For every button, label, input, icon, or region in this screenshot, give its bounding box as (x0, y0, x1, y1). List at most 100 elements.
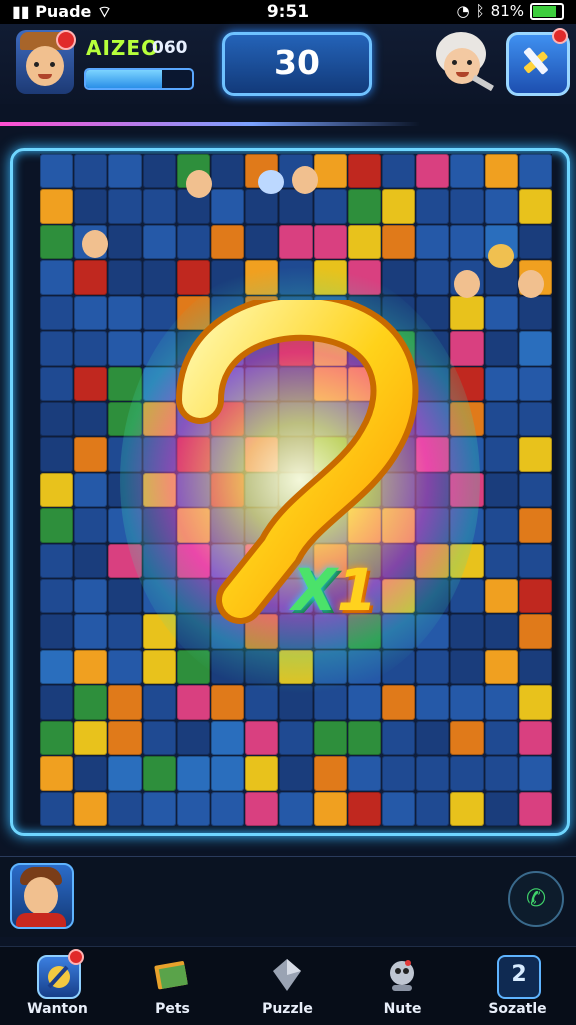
puzzle-tile[interactable] (313, 224, 347, 260)
puzzle-tile[interactable] (108, 614, 142, 649)
player-piece[interactable] (78, 226, 112, 262)
puzzle-tile[interactable] (142, 224, 176, 260)
puzzle-tile[interactable] (142, 791, 176, 826)
puzzle-tile[interactable] (245, 756, 279, 791)
chat-avatar[interactable] (10, 863, 74, 929)
puzzle-tile[interactable] (416, 756, 450, 791)
puzzle-tile[interactable] (450, 756, 484, 791)
puzzle-tile[interactable] (245, 720, 279, 756)
puzzle-tile[interactable] (40, 295, 74, 331)
puzzle-tile[interactable] (518, 224, 552, 260)
puzzle-tile[interactable] (176, 791, 210, 826)
puzzle-tile[interactable] (176, 720, 210, 756)
puzzle-tile[interactable] (108, 579, 142, 614)
puzzle-tile[interactable] (142, 756, 176, 791)
player-piece[interactable] (450, 266, 484, 302)
puzzle-tile[interactable] (211, 791, 245, 826)
puzzle-tile[interactable] (518, 437, 552, 472)
puzzle-tile[interactable] (450, 685, 484, 720)
puzzle-tile[interactable] (347, 685, 381, 720)
puzzle-tile[interactable] (484, 543, 518, 579)
puzzle-tile[interactable] (40, 189, 74, 224)
puzzle-tile[interactable] (518, 579, 552, 614)
puzzle-tile[interactable] (484, 437, 518, 472)
puzzle-tile[interactable] (40, 154, 74, 189)
puzzle-tile[interactable] (74, 260, 108, 295)
puzzle-tile[interactable] (484, 331, 518, 366)
puzzle-tile[interactable] (416, 189, 450, 224)
puzzle-tile[interactable] (74, 472, 108, 508)
puzzle-tile[interactable] (40, 791, 74, 826)
puzzle-tile[interactable] (74, 189, 108, 224)
puzzle-tile[interactable] (108, 649, 142, 685)
puzzle-tile[interactable] (518, 649, 552, 685)
puzzle-tile[interactable] (484, 472, 518, 508)
puzzle-tile[interactable] (108, 189, 142, 224)
puzzle-tile[interactable] (74, 579, 108, 614)
puzzle-tile[interactable] (142, 260, 176, 295)
puzzle-tile[interactable] (40, 260, 74, 295)
puzzle-tile[interactable] (108, 791, 142, 826)
opponent-avatar[interactable] (432, 30, 494, 94)
puzzle-tile[interactable] (382, 189, 416, 224)
puzzle-tile[interactable] (142, 154, 176, 189)
puzzle-tile[interactable] (313, 791, 347, 826)
puzzle-tile[interactable] (484, 791, 518, 826)
puzzle-tile[interactable] (176, 260, 210, 295)
puzzle-tile[interactable] (40, 508, 74, 543)
puzzle-tile[interactable] (74, 614, 108, 649)
puzzle-tile[interactable] (40, 437, 74, 472)
player-piece[interactable] (484, 236, 518, 272)
puzzle-tile[interactable] (484, 756, 518, 791)
puzzle-tile[interactable] (518, 472, 552, 508)
puzzle-tile[interactable] (74, 154, 108, 189)
puzzle-tile[interactable] (450, 791, 484, 826)
puzzle-tile[interactable] (245, 791, 279, 826)
puzzle-tile[interactable] (74, 791, 108, 826)
puzzle-tile[interactable] (518, 154, 552, 189)
puzzle-tile[interactable] (40, 224, 74, 260)
puzzle-tile[interactable] (347, 189, 381, 224)
puzzle-tile[interactable] (40, 720, 74, 756)
player-piece[interactable] (514, 266, 548, 302)
puzzle-tile[interactable] (347, 720, 381, 756)
puzzle-tile[interactable] (40, 579, 74, 614)
puzzle-tile[interactable] (142, 189, 176, 224)
puzzle-tile[interactable] (108, 260, 142, 295)
player-piece[interactable] (254, 162, 288, 198)
puzzle-tile[interactable] (40, 401, 74, 437)
puzzle-tile[interactable] (40, 756, 74, 791)
puzzle-tile[interactable] (416, 224, 450, 260)
puzzle-tile[interactable] (74, 401, 108, 437)
puzzle-tile[interactable] (245, 224, 279, 260)
puzzle-tile[interactable] (518, 508, 552, 543)
puzzle-tile[interactable] (518, 189, 552, 224)
puzzle-tile[interactable] (40, 472, 74, 508)
puzzle-tile[interactable] (416, 649, 450, 685)
puzzle-tile[interactable] (518, 720, 552, 756)
puzzle-tile[interactable] (142, 720, 176, 756)
puzzle-tile[interactable] (518, 614, 552, 649)
puzzle-tile[interactable] (518, 791, 552, 826)
puzzle-tile[interactable] (74, 720, 108, 756)
puzzle-tile[interactable] (40, 685, 74, 720)
puzzle-tile[interactable] (484, 685, 518, 720)
puzzle-tile[interactable] (142, 649, 176, 685)
puzzle-tile[interactable] (450, 649, 484, 685)
puzzle-tile[interactable] (382, 720, 416, 756)
puzzle-tile[interactable] (279, 720, 313, 756)
puzzle-tile[interactable] (74, 543, 108, 579)
puzzle-tile[interactable] (347, 154, 381, 189)
puzzle-tile[interactable] (74, 366, 108, 401)
puzzle-tile[interactable] (347, 224, 381, 260)
puzzle-tile[interactable] (484, 508, 518, 543)
puzzle-tile[interactable] (176, 224, 210, 260)
puzzle-tile[interactable] (74, 295, 108, 331)
nav-item-pets[interactable]: Pets (115, 947, 230, 1025)
puzzle-tile[interactable] (40, 614, 74, 649)
nav-item-puzzle[interactable]: Puzzle (230, 947, 345, 1025)
nav-item-wanton[interactable]: Wanton (0, 947, 115, 1025)
puzzle-tile[interactable] (484, 649, 518, 685)
puzzle-tile[interactable] (279, 756, 313, 791)
puzzle-tile[interactable] (382, 685, 416, 720)
